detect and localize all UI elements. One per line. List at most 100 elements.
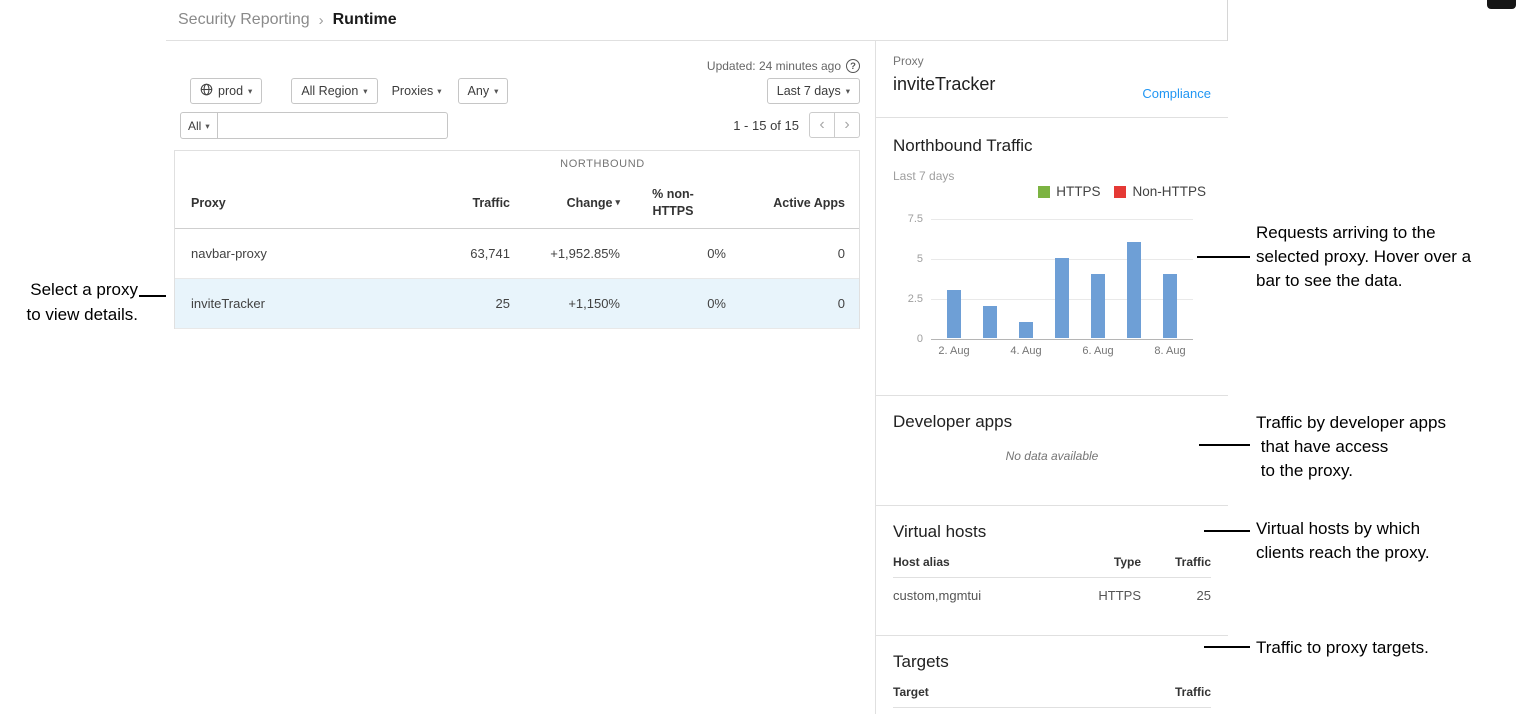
column-header-traffic[interactable]: Traffic [390, 196, 510, 210]
cell-proxy: inviteTracker [191, 296, 390, 311]
pagination-text: 1 - 15 of 15 [733, 118, 799, 133]
targets-section: Targets Target Traffic management 17 [876, 652, 1228, 714]
northbound-bar-chart: 02.557.5 2. Aug4. Aug6. Aug8. Aug [892, 213, 1214, 365]
cell-traffic: 25 [1141, 588, 1211, 603]
annotation-line: to view details. [0, 302, 138, 327]
column-header-non-https[interactable]: % non-HTTPS [620, 186, 726, 219]
northbound-group-label: NORTHBOUND [560, 158, 645, 170]
proxy-search-input[interactable] [217, 112, 448, 139]
chart-bar[interactable] [947, 290, 961, 338]
https-legend-label: HTTPS [1056, 184, 1100, 199]
search-bar: All ▾ [180, 112, 448, 139]
table-row-navbar-proxy[interactable]: navbar-proxy 63,741 +1,952.85% 0% 0 [175, 229, 859, 279]
previous-page-button[interactable]: ‹ [809, 112, 835, 138]
annotation-chart: Requests arriving to the selected proxy.… [1256, 221, 1471, 293]
virtual-hosts-section: Virtual hosts Host alias Type Traffic cu… [876, 522, 1228, 636]
column-header-traffic: Traffic [1141, 555, 1211, 569]
annotation-line: clients reach the proxy. [1256, 541, 1430, 565]
date-range-dropdown[interactable]: Last 7 days ▾ [767, 78, 860, 104]
breadcrumb-security-reporting[interactable]: Security Reporting [178, 11, 310, 29]
page: Select a proxy to view details. Security… [0, 0, 1516, 714]
annotation-line: that have access [1256, 435, 1446, 459]
column-header-change[interactable]: Change ▾ [510, 196, 620, 210]
chart-bar[interactable] [1091, 274, 1105, 338]
proxy-label: Proxy [893, 54, 1211, 68]
annotation-connector-chart [1197, 256, 1250, 258]
region-label: All Region [301, 84, 358, 98]
any-label: Any [468, 84, 490, 98]
any-dropdown[interactable]: Any ▾ [458, 78, 509, 104]
annotation-targets: Traffic to proxy targets. [1256, 636, 1429, 660]
chart-x-axis: 2. Aug4. Aug6. Aug8. Aug [931, 345, 1193, 359]
virtual-hosts-table: Host alias Type Traffic custom,mgmtui HT… [893, 555, 1211, 603]
legend-item-non-https[interactable]: Non-HTTPS [1114, 184, 1206, 199]
cell-non-https: 0% [620, 246, 726, 261]
chevron-left-icon: ‹ [819, 116, 824, 134]
annotation-line: to the proxy. [1256, 459, 1446, 483]
northbound-traffic-section: Northbound Traffic Last 7 days HTTPS Non… [876, 118, 1228, 396]
region-dropdown[interactable]: All Region ▾ [291, 78, 377, 104]
compliance-link[interactable]: Compliance [1142, 86, 1211, 101]
chevron-down-icon: ▾ [363, 87, 367, 96]
virtual-hosts-table-header: Host alias Type Traffic [893, 555, 1211, 578]
pagination: 1 - 15 of 15 ‹ › [733, 112, 860, 138]
legend-item-https[interactable]: HTTPS [1038, 184, 1100, 199]
proxies-dropdown[interactable]: Proxies ▾ [388, 78, 446, 104]
table-row-invitetracker[interactable]: inviteTracker 25 +1,150% 0% 0 [175, 279, 859, 329]
chart-bar[interactable] [1127, 242, 1141, 338]
next-page-button[interactable]: › [834, 112, 860, 138]
search-scope-label: All [188, 119, 201, 133]
cell-change: +1,952.85% [510, 246, 620, 261]
cell-proxy: navbar-proxy [191, 246, 390, 261]
cell-active-apps: 0 [726, 246, 845, 261]
column-header-target: Target [893, 685, 1141, 699]
detail-header-section: Proxy inviteTracker Compliance [876, 41, 1228, 118]
annotation-developer-apps: Traffic by developer apps that have acce… [1256, 411, 1446, 483]
annotation-select-proxy: Select a proxy to view details. [0, 277, 138, 327]
column-header-proxy[interactable]: Proxy [191, 196, 390, 210]
breadcrumb-current-runtime: Runtime [333, 11, 397, 29]
annotation-line: Traffic to proxy targets. [1256, 636, 1429, 660]
annotation-connector-virtual-hosts [1204, 530, 1250, 532]
help-icon[interactable]: ? [846, 59, 860, 73]
annotation-line: Traffic by developer apps [1256, 411, 1446, 435]
column-header-active-apps[interactable]: Active Apps [726, 196, 845, 210]
targets-title: Targets [893, 652, 1228, 672]
cell-non-https: 0% [620, 296, 726, 311]
cell-change: +1,150% [510, 296, 620, 311]
breadcrumb: Security Reporting › Runtime [166, 0, 1227, 41]
target-row: management 17 [893, 708, 1211, 714]
chevron-right-icon: › [844, 116, 849, 134]
annotation-connector-targets [1204, 646, 1250, 648]
environment-label: prod [218, 84, 243, 98]
non-https-legend-label: Non-HTTPS [1132, 184, 1206, 199]
non-https-legend-swatch [1114, 186, 1126, 198]
annotation-line: selected proxy. Hover over a [1256, 245, 1471, 269]
environment-dropdown[interactable]: prod ▾ [190, 78, 262, 104]
annotation-connector-developer-apps [1199, 444, 1250, 446]
annotation-virtual-hosts: Virtual hosts by which clients reach the… [1256, 517, 1430, 565]
chart-bar[interactable] [1163, 274, 1177, 338]
table-group-header: NORTHBOUND [175, 151, 859, 177]
annotation-line: Select a proxy [0, 277, 138, 302]
virtual-hosts-title: Virtual hosts [893, 522, 1228, 542]
search-scope-dropdown[interactable]: All ▾ [180, 112, 218, 139]
chart-legend: HTTPS Non-HTTPS [1038, 184, 1206, 199]
proxy-list-panel: Updated: 24 minutes ago ? prod ▾ All Reg… [174, 41, 860, 714]
cropped-window-artifact [1487, 0, 1516, 9]
targets-table: Target Traffic management 17 [893, 685, 1211, 714]
chart-bar[interactable] [983, 306, 997, 338]
date-range-label: Last 7 days [777, 84, 841, 98]
chart-bar[interactable] [1055, 258, 1069, 338]
annotation-line: Requests arriving to the [1256, 221, 1471, 245]
annotation-line: bar to see the data. [1256, 269, 1471, 293]
chart-bar[interactable] [1019, 322, 1033, 338]
chart-y-axis: 02.557.5 [892, 219, 923, 339]
filter-bar: prod ▾ All Region ▾ Proxies ▾ Any ▾ [190, 78, 508, 104]
proxies-label: Proxies [392, 84, 434, 98]
breadcrumb-separator-icon: › [319, 12, 324, 29]
cell-type: HTTPS [1061, 588, 1141, 603]
cell-traffic: 25 [390, 296, 510, 311]
no-data-message: No data available [876, 449, 1228, 463]
chevron-down-icon: ▾ [437, 87, 441, 96]
